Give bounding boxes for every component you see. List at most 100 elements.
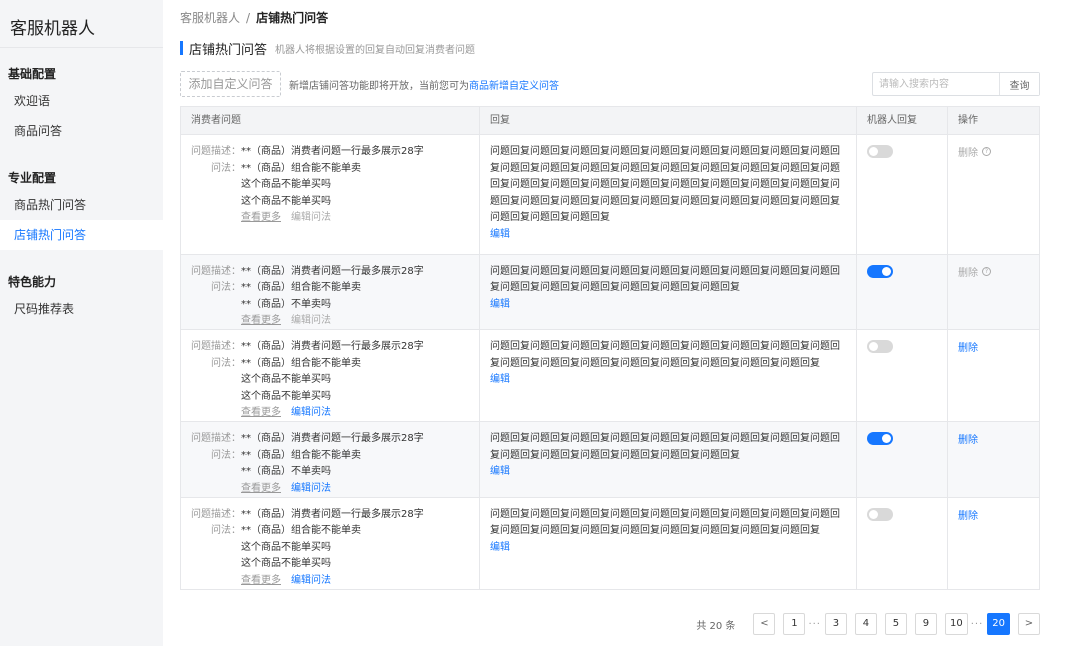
actions-cell: 删除? bbox=[948, 255, 1039, 330]
edit-ask-link[interactable]: 编辑问法 bbox=[291, 573, 331, 589]
question-ask-label bbox=[191, 177, 241, 194]
add-custom-qa-button[interactable]: 添加自定义问答 bbox=[180, 71, 281, 97]
delete-button[interactable]: 删除 bbox=[958, 431, 978, 446]
question-ask-line: 问法： **（商品）组合能不能单卖 bbox=[191, 356, 479, 373]
notice-text: 新增店铺问答功能即将开放，当前您可为 bbox=[289, 80, 469, 92]
question-ask-line: **（商品）不单卖吗 bbox=[191, 297, 479, 314]
question-ask-line: 问法： **（商品）组合能不能单卖 bbox=[191, 523, 479, 540]
pagination-total: 共 20 条 bbox=[696, 620, 736, 632]
sidebar-item[interactable]: 商品热门问答 bbox=[0, 190, 163, 220]
pagination-page[interactable]: 10 bbox=[944, 613, 968, 635]
robot-reply-toggle[interactable] bbox=[867, 340, 893, 353]
toolbar: 添加自定义问答 新增店铺问答功能即将开放，当前您可为商品新增自定义问答 查询 bbox=[180, 71, 1040, 97]
question-links: 查看更多 编辑问法 bbox=[191, 481, 479, 497]
title-accent-bar bbox=[180, 41, 183, 55]
reply-text: 问题回复问题回复问题回复问题回复问题回复问题回复问题回复问题回复问题回复问题回复… bbox=[490, 146, 840, 223]
robot-reply-toggle[interactable] bbox=[867, 432, 893, 445]
breadcrumb-root[interactable]: 客服机器人 bbox=[180, 11, 240, 25]
sidebar-item[interactable]: 欢迎语 bbox=[0, 86, 163, 116]
delete-action[interactable]: 删除 bbox=[958, 339, 1039, 354]
nav-group: 专业配置 商品热门问答 店铺热门问答 bbox=[0, 152, 163, 256]
edit-ask-link[interactable]: 编辑问法 bbox=[291, 481, 331, 497]
sidebar-item[interactable]: 尺码推荐表 bbox=[0, 294, 163, 324]
edit-reply-link[interactable]: 编辑 bbox=[490, 227, 510, 242]
view-more-link[interactable]: 查看更多 bbox=[241, 405, 281, 421]
question-desc-value: **（商品）消费者问题一行最多展示28字 bbox=[241, 341, 424, 352]
search-box: 查询 bbox=[872, 72, 1040, 96]
delete-button[interactable]: 删除 bbox=[958, 507, 978, 522]
reply-text: 问题回复问题回复问题回复问题回复问题回复问题回复问题回复问题回复问题回复问题回复… bbox=[490, 508, 840, 537]
question-desc-line: 问题描述： **（商品）消费者问题一行最多展示28字 bbox=[191, 264, 479, 281]
question-circle-icon[interactable]: ? bbox=[982, 147, 991, 156]
sidebar-item[interactable]: 店铺热门问答 bbox=[0, 220, 163, 250]
notice-link[interactable]: 商品新增自定义问答 bbox=[469, 81, 559, 92]
question-ask-value: **（商品）组合能不能单卖 bbox=[241, 449, 361, 461]
question-circle-icon[interactable]: ? bbox=[982, 266, 991, 276]
search-button[interactable]: 查询 bbox=[999, 73, 1039, 95]
edit-reply-link[interactable]: 编辑 bbox=[490, 372, 510, 387]
main-content: 客服机器人 / 店铺热门问答 店铺热门问答 机器人将根据设置的回复自动回复消费者问题… bbox=[163, 0, 1069, 646]
pagination-page[interactable]: 9 bbox=[914, 613, 937, 635]
nav-group: 特色能力 尺码推荐表 bbox=[0, 256, 163, 330]
table-header: 消费者问题 回复 机器人回复 操作 bbox=[181, 107, 1039, 135]
question-ask-value: 这个商品不能单买吗 bbox=[241, 179, 331, 190]
pagination-page[interactable]: 1 bbox=[783, 613, 806, 635]
question-ask-line: 这个商品不能单买吗 bbox=[191, 372, 479, 389]
question-cell: 问题描述： **（商品）消费者问题一行最多展示28字 问法： **（商品）组合能不能单… bbox=[181, 330, 480, 421]
edit-reply-link[interactable]: 编辑 bbox=[490, 464, 510, 479]
reply-cell: 问题回复问题回复问题回复问题回复问题回复问题回复问题回复问题回复问题回复问题回复… bbox=[480, 497, 857, 589]
search-input[interactable] bbox=[873, 73, 999, 95]
sidebar-item[interactable]: 商品问答 bbox=[0, 116, 163, 146]
pagination-page[interactable]: 20 bbox=[987, 613, 1010, 635]
qa-table: 消费者问题 回复 机器人回复 操作 问题描述： **（商品）消费者问题一行最多展示… bbox=[180, 106, 1040, 590]
edit-reply-link[interactable]: 编辑 bbox=[490, 540, 510, 555]
pagination-next[interactable]: > bbox=[1018, 613, 1040, 635]
question-links: 查看更多 编辑问法 bbox=[191, 313, 479, 329]
question-ask-value: **（商品）组合能不能单卖 bbox=[241, 525, 361, 536]
edit-reply-link[interactable]: 编辑 bbox=[490, 297, 510, 312]
edit-ask-link: 编辑问法 bbox=[291, 315, 331, 326]
page-title: 店铺热门问答 bbox=[189, 42, 268, 58]
robot-reply-toggle[interactable] bbox=[867, 145, 893, 158]
question-desc-label: 问题描述： bbox=[191, 265, 241, 277]
question-ask-line: 这个商品不能单买吗 bbox=[191, 177, 479, 194]
delete-button[interactable]: 删除 bbox=[958, 339, 978, 354]
pagination-ellipsis: ··· bbox=[808, 618, 821, 630]
pagination-page[interactable]: 4 bbox=[854, 613, 877, 635]
sidebar-nav: 基础配置 欢迎语 商品问答 专业配置 商品热门问答 店铺热门问答 特色能力 尺码推荐表 bbox=[0, 48, 163, 330]
view-more-link[interactable]: 查看更多 bbox=[241, 210, 281, 226]
robot-reply-toggle[interactable] bbox=[867, 507, 893, 521]
question-desc-line: 问题描述： **（商品）消费者问题一行最多展示28字 bbox=[191, 339, 479, 356]
pagination: 共 20 条 <1 ··· 3 4 5 9 10 ··· 20 > bbox=[696, 612, 1040, 636]
question-ask-value: **（商品）组合能不能单卖 bbox=[241, 357, 361, 369]
app-title: 客服机器人 bbox=[0, 0, 163, 48]
pagination-page[interactable]: 3 bbox=[824, 613, 847, 635]
table-row: 问题描述： **（商品）消费者问题一行最多展示28字 问法： **（商品）组合能不能单… bbox=[181, 422, 1039, 498]
question-ask-line: 这个商品不能单买吗 bbox=[191, 556, 479, 573]
breadcrumb: 客服机器人 / 店铺热门问答 bbox=[180, 0, 1040, 36]
question-ask-value: **（商品）不单卖吗 bbox=[241, 466, 331, 477]
question-ask-line: 这个商品不能单买吗 bbox=[191, 194, 479, 211]
question-cell: 问题描述： **（商品）消费者问题一行最多展示28字 问法： **（商品）组合能不能单… bbox=[181, 422, 480, 497]
reply-cell: 问题回复问题回复问题回复问题回复问题回复问题回复问题回复问题回复问题回复问题回复… bbox=[480, 422, 857, 497]
question-ask-label bbox=[191, 194, 241, 211]
pagination-page[interactable]: 5 bbox=[884, 613, 907, 635]
table-row: 问题描述： **（商品）消费者问题一行最多展示28字 问法： **（商品）组合能不能单… bbox=[181, 497, 1039, 589]
delete-action[interactable]: 删除 bbox=[958, 431, 1039, 446]
view-more-link[interactable]: 查看更多 bbox=[241, 313, 281, 329]
question-ask-label: 问法： bbox=[211, 162, 241, 174]
robot-reply-cell bbox=[857, 254, 948, 329]
question-links: 查看更多 编辑问法 bbox=[191, 210, 479, 226]
pagination-ellipsis: ··· bbox=[970, 618, 984, 630]
question-ask-label bbox=[191, 297, 241, 314]
view-more-link[interactable]: 查看更多 bbox=[241, 573, 281, 589]
breadcrumb-separator: / bbox=[246, 11, 251, 25]
robot-reply-toggle[interactable] bbox=[867, 264, 893, 278]
question-ask-label: 问法： bbox=[211, 357, 241, 369]
edit-ask-link[interactable]: 编辑问法 bbox=[291, 405, 331, 421]
question-ask-line: 这个商品不能单买吗 bbox=[191, 389, 479, 406]
delete-action[interactable]: 删除 bbox=[958, 507, 1039, 522]
pagination-prev[interactable]: < bbox=[753, 613, 776, 635]
question-desc-value: **（商品）消费者问题一行最多展示28字 bbox=[241, 265, 424, 277]
view-more-link[interactable]: 查看更多 bbox=[241, 481, 281, 497]
